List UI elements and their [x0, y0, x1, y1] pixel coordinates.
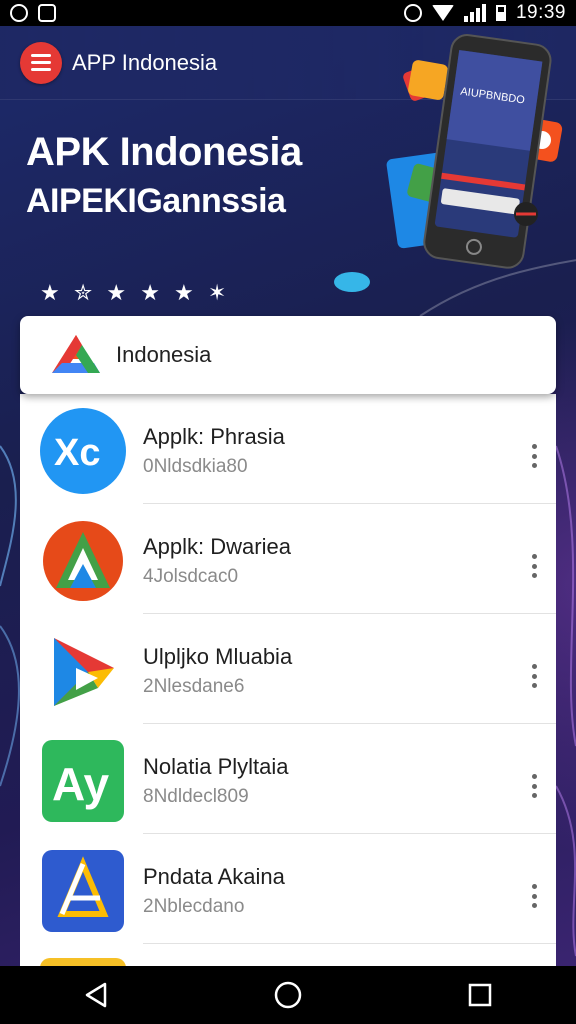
list-item[interactable]: Applk: Dwariea 4Jolsdcac0: [20, 504, 556, 614]
red-green-circle-app-icon: [43, 521, 123, 601]
play-store-app-icon: [54, 638, 114, 706]
more-options-icon[interactable]: [526, 884, 542, 908]
rating-stars: ★ ✮ ★ ★ ★ ✶: [40, 280, 231, 305]
app-subtitle: 4Jolsdcac0: [143, 566, 239, 587]
signal-icon: [463, 4, 486, 22]
list-item[interactable]: Ulpljko Mluabia 2Nlesdane6: [20, 614, 556, 724]
app-name: Pndata Akaina: [143, 864, 285, 889]
app-subtitle: 0Nldsdkia80: [143, 456, 248, 477]
app-title: APP Indonesia: [72, 49, 218, 75]
svg-text:Xc: Xc: [54, 432, 100, 474]
list-item-partial[interactable]: [20, 944, 556, 966]
green-square-app-icon: Ay: [42, 740, 124, 822]
recents-square-icon: [468, 983, 492, 1007]
navigation-bar: [0, 966, 576, 1024]
alarm-icon: [403, 4, 422, 22]
phone-illustration: AIUPBNBDO: [386, 34, 563, 269]
svg-text:Ay: Ay: [52, 758, 110, 810]
battery-icon: [495, 5, 506, 21]
status-bar: 19:39: [0, 0, 576, 26]
more-options-icon[interactable]: [526, 774, 542, 798]
list-item[interactable]: Pndata Akaina 2Nblecdano: [20, 834, 556, 944]
hero-headline: APK Indonesia: [26, 130, 302, 174]
app-name: Applk: Dwariea: [143, 534, 291, 559]
app-name: Applk: Phrasia: [143, 424, 285, 449]
drive-triangle-icon: [52, 335, 100, 373]
hamburger-menu-icon[interactable]: [20, 41, 62, 84]
wifi-icon: [431, 5, 454, 21]
home-button[interactable]: [258, 966, 318, 1024]
list-item[interactable]: Xc Applk: Phrasia 0Nldsdkia80: [20, 394, 556, 504]
back-button[interactable]: [66, 966, 126, 1024]
app-subtitle: 8Ndldecl809: [143, 786, 249, 807]
more-options-icon[interactable]: [526, 664, 542, 688]
image-icon: [38, 4, 56, 22]
app-name: Ulpljko Mluabia: [143, 644, 293, 669]
search-card[interactable]: Indonesia: [20, 316, 556, 394]
search-text: Indonesia: [116, 342, 212, 367]
more-options-icon[interactable]: [526, 444, 542, 468]
recents-button[interactable]: [450, 966, 510, 1024]
app-name: Nolatia Plyltaia: [143, 754, 289, 779]
home-circle-icon: [274, 981, 302, 1009]
blue-square-app-icon: [42, 850, 124, 932]
hero-subheadline: AIPEKIGannssia: [26, 182, 286, 220]
status-time: 19:39: [515, 2, 566, 23]
back-triangle-icon: [85, 982, 107, 1008]
app-subtitle: 2Nlesdane6: [143, 676, 245, 697]
screenshot-icon: [10, 4, 28, 22]
more-options-icon[interactable]: [526, 554, 542, 578]
list-item[interactable]: Ay Nolatia Plyltaia 8Ndldecl809: [20, 724, 556, 834]
yellow-app-icon: [40, 958, 126, 966]
app-subtitle: 2Nblecdano: [143, 896, 245, 917]
app-list: Xc Applk: Phrasia 0Nldsdkia80 Applk: Dwa…: [20, 394, 556, 966]
blue-circle-app-icon: Xc: [40, 408, 126, 494]
